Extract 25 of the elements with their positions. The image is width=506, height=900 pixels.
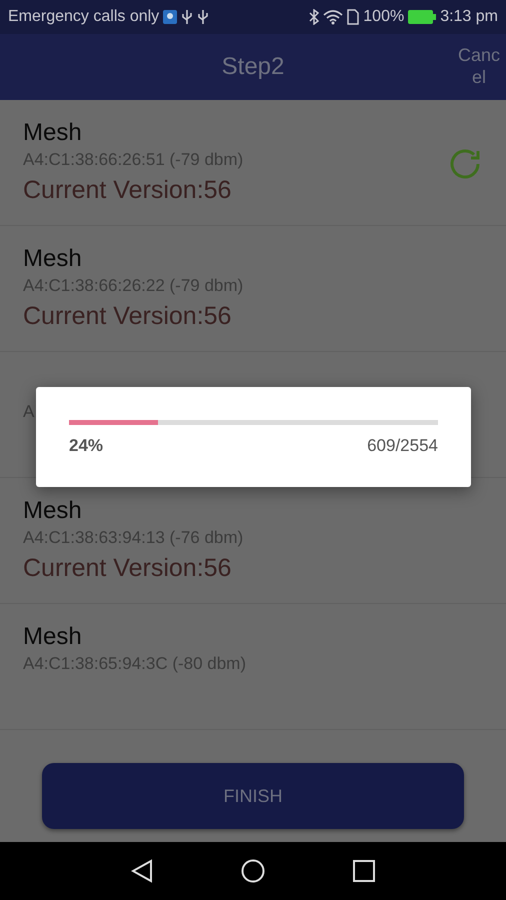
device-version: Current Version:56 bbox=[23, 175, 232, 206]
cancel-button[interactable]: Canc el bbox=[458, 44, 500, 88]
battery-icon bbox=[408, 10, 436, 24]
usb-icon bbox=[181, 9, 194, 25]
device-name: Mesh bbox=[23, 244, 82, 274]
device-version: Current Version:56 bbox=[23, 553, 232, 584]
progress-percent: 24% bbox=[69, 436, 104, 456]
device-name: Mesh bbox=[23, 622, 82, 652]
finish-button[interactable]: FINISH bbox=[42, 763, 464, 829]
sim-icon bbox=[347, 9, 360, 25]
device-name: Mesh bbox=[23, 496, 82, 526]
recents-icon[interactable] bbox=[353, 860, 375, 882]
battery-percent: 100% bbox=[363, 8, 404, 26]
home-icon[interactable] bbox=[241, 859, 265, 883]
screen-title: Step2 bbox=[222, 53, 284, 81]
usb-icon bbox=[197, 9, 210, 25]
wifi-icon bbox=[323, 9, 344, 25]
notification-icon bbox=[163, 10, 178, 24]
progress-count: 609/2554 bbox=[367, 436, 438, 456]
clock-time: 3:13 pm bbox=[440, 8, 498, 26]
back-icon[interactable] bbox=[131, 859, 153, 883]
device-name: Mesh bbox=[23, 118, 82, 148]
device-version: Current Version:56 bbox=[23, 301, 232, 332]
bluetooth-icon bbox=[309, 9, 320, 25]
carrier-text: Emergency calls only bbox=[8, 8, 160, 26]
